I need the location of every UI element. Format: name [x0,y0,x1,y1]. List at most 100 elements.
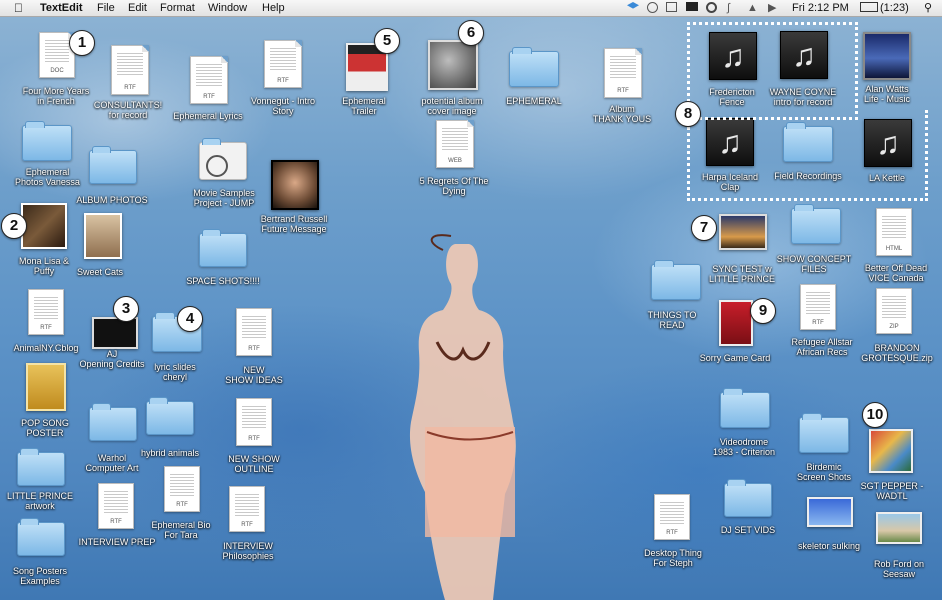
battery-icon[interactable] [860,2,878,12]
label-new-show-ideas[interactable]: NEW SHOW IDEAS [214,365,294,385]
file-icon-ephemeral-bio[interactable]: RTF [164,466,200,512]
file-icon-five-regrets[interactable]: WEB [436,120,474,168]
callout-2: 2 [1,213,27,239]
folder-icon-warhol[interactable] [89,403,137,441]
clock-text[interactable]: Fri 2:12 PM [792,1,849,15]
bluetooth-icon[interactable]: ∫ [727,1,730,15]
label-bertrand[interactable]: Bertrand Russell Future Message [246,214,342,234]
file-icon-brandon[interactable]: ZIP [876,288,912,334]
file-icon-refugee[interactable]: RTF [800,284,836,330]
dropbox-icon[interactable] [627,2,639,9]
label-new-show-outline[interactable]: NEW SHOW OUTLINE [214,454,294,474]
file-icon-new-show-ideas[interactable]: RTF [236,308,272,356]
menu-file[interactable]: File [97,1,115,15]
label-things-to-read[interactable]: THINGS TO READ [636,310,708,330]
folder-icon-album-photos[interactable] [89,146,137,184]
label-skeletor[interactable]: skeletor sulking [784,541,874,551]
label-alan-watts[interactable]: Alan Watts Life - Music [850,84,924,104]
folder-icon-videodrome[interactable] [720,388,770,428]
label-five-regrets[interactable]: 5 Regrets Of The Dying [404,176,504,196]
folder-icon-hybrid-animals[interactable] [146,397,194,435]
file-icon-album-thank-yous[interactable]: RTF [604,48,642,98]
folder-icon-song-posters[interactable] [17,518,65,556]
callout-10: 10 [862,402,888,428]
label-album-thank-yous[interactable]: Album THANK YOUS [580,104,664,124]
label-vonnegut[interactable]: Vonnegut - Intro Story [236,96,330,116]
wifi-icon[interactable]: ▲ [747,1,758,15]
label-ephemeral-trailer[interactable]: Ephemeral Trailer [324,96,404,116]
menu-app-name[interactable]: TextEdit [40,1,83,15]
label-better-off-dead[interactable]: Better Off Dead VICE Canada [852,263,940,283]
label-album-photos[interactable]: ALBUM PHOTOS [68,195,156,205]
time-machine-icon[interactable] [666,2,677,12]
image-icon-rob-ford[interactable] [876,512,922,544]
file-icon-vonnegut[interactable]: RTF [264,40,302,88]
video-icon-skeletor[interactable] [807,497,853,527]
label-interview-phil[interactable]: INTERVIEW Philosophies [206,541,290,561]
file-icon-ephemeral-lyrics[interactable]: RTF [190,56,228,104]
folder-icon-dj-set[interactable] [724,479,772,517]
label-show-concept[interactable]: SHOW CONCEPT FILES [768,254,860,274]
folder-icon-ephemeral[interactable] [509,47,559,87]
label-little-prince[interactable]: LITTLE PRINCE artwork [0,491,80,511]
menu-edit[interactable]: Edit [128,1,147,15]
file-icon-animal-ny[interactable]: RTF [28,289,64,335]
label-brandon[interactable]: BRANDON GROTESQUE.zip [852,343,942,363]
folder-icon-movie-samples[interactable] [199,138,247,180]
recycle-icon[interactable] [647,2,658,13]
label-potential-album[interactable]: potential album cover image [404,96,500,116]
menu-window[interactable]: Window [208,1,247,15]
image-icon-bertrand[interactable] [271,160,319,210]
menu-help[interactable]: Help [262,1,285,15]
label-ephemeral[interactable]: EPHEMERAL [494,96,574,106]
folder-icon-birdemic[interactable] [799,413,849,453]
image-icon-sorry-game[interactable] [719,300,753,346]
folder-icon-ephemeral-photos[interactable] [22,121,72,161]
video-icon-sync-test[interactable] [719,214,767,250]
file-icon-desktop-thing[interactable]: RTF [654,494,690,540]
file-icon-consultants[interactable]: RTF [111,45,149,95]
label-sorry-game[interactable]: Sorry Game Card [690,353,780,363]
label-hybrid-animals[interactable]: hybrid animals [128,448,212,458]
folder-icon-space-shots[interactable] [199,229,247,267]
label-dj-set[interactable]: DJ SET VIDS [708,525,788,535]
label-sweet-cats[interactable]: Sweet Cats [70,267,130,277]
label-space-shots[interactable]: SPACE SHOTS!!!! [178,276,268,286]
folder-icon-show-concept[interactable] [791,204,841,244]
image-icon-potential-album[interactable] [428,40,478,90]
image-icon-sweet-cats[interactable] [84,213,122,259]
image-icon-aj-opening[interactable] [92,317,138,349]
image-icon-mona-lisa[interactable] [21,203,67,249]
image-icon-pop-song[interactable] [26,363,66,411]
spotlight-icon[interactable]: ⚲ [924,1,932,15]
label-rob-ford[interactable]: Rob Ford on Seesaw [862,559,936,579]
battery-time[interactable]: (1:23) [880,1,909,15]
file-icon-interview-prep[interactable]: RTF [98,483,134,529]
display-icon[interactable] [686,2,698,11]
label-pop-song[interactable]: POP SONG POSTER [0,418,90,438]
label-desktop-thing[interactable]: Desktop Thing For Steph [628,548,718,568]
label-birdemic[interactable]: Birdemic Screen Shots [780,462,868,482]
sync-icon[interactable] [706,2,717,13]
label-ephemeral-photos[interactable]: Ephemeral Photos Vanessa [0,167,95,187]
file-icon-interview-phil[interactable]: RTF [229,486,265,532]
file-icon-new-show-outline[interactable]: RTF [236,398,272,446]
label-lyric-slides[interactable]: lyric slides cheryl [130,362,220,382]
file-icon-better-off-dead[interactable]: HTML [876,208,912,256]
label-ephemeral-bio[interactable]: Ephemeral Bio For Tara [138,520,224,540]
callout-6: 6 [458,20,484,46]
label-videodrome[interactable]: Videodrome 1983 - Criterion [696,437,792,457]
menu-format[interactable]: Format [160,1,195,15]
label-sgt-pepper[interactable]: SGT PEPPER - WADTL [850,481,934,501]
folder-icon-little-prince[interactable] [17,448,65,486]
label-movie-samples[interactable]: Movie Samples Project - JUMP [176,188,272,208]
apple-logo-icon[interactable]:  [14,1,23,15]
callout-3: 3 [113,296,139,322]
image-icon-sgt-pepper[interactable] [869,429,913,473]
folder-icon-things-to-read[interactable] [651,260,701,300]
callout-7: 7 [691,215,717,241]
callout-9: 9 [750,298,776,324]
volume-icon[interactable]: ▶ [768,1,776,15]
image-icon-alan-watts[interactable] [863,32,911,80]
label-song-posters[interactable]: Song Posters Examples [0,566,80,586]
